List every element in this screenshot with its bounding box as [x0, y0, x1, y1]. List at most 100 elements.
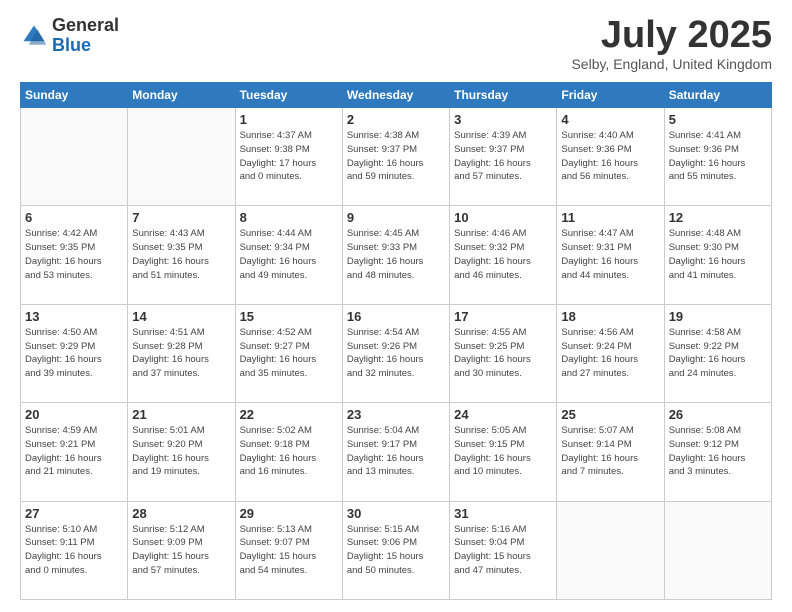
calendar-table: SundayMondayTuesdayWednesdayThursdayFrid…	[20, 82, 772, 600]
day-cell: 23Sunrise: 5:04 AM Sunset: 9:17 PM Dayli…	[342, 403, 449, 501]
day-cell: 11 Sunrise: 4:47 AM Sunset: 9:31 PM Dayli…	[557, 206, 664, 304]
day-number: 24	[454, 407, 552, 422]
day-number: 8	[240, 210, 338, 225]
day-info: Sunrise: 4:54 AM Sunset: 9:26 PM Dayligh…	[347, 326, 445, 381]
day-info: Sunrise: 5:16 AM Sunset: 9:04 PM Dayligh…	[454, 523, 552, 578]
weekday-header-monday: Monday	[128, 83, 235, 108]
day-info: Sunrise: 5:04 AM Sunset: 9:17 PM Dayligh…	[347, 424, 445, 479]
day-info: Sunrise: 4:58 AM Sunset: 9:22 PM Dayligh…	[669, 326, 767, 381]
day-number: 30	[347, 506, 445, 521]
location: Selby, England, United Kingdom	[571, 56, 772, 72]
day-cell: 16 Sunrise: 4:54 AM Sunset: 9:26 PM Dayli…	[342, 304, 449, 402]
day-info: Sunrise: 4:45 AM Sunset: 9:33 PM Dayligh…	[347, 227, 445, 282]
day-cell: 1 Sunrise: 4:37 AM Sunset: 9:38 PM Daylig…	[235, 108, 342, 206]
day-number: 5	[669, 112, 767, 127]
day-info: Sunrise: 5:13 AM Sunset: 9:07 PM Dayligh…	[240, 523, 338, 578]
day-number: 31	[454, 506, 552, 521]
day-number: 15	[240, 309, 338, 324]
day-info: Sunrise: 4:41 AM Sunset: 9:36 PM Dayligh…	[669, 129, 767, 184]
day-number: 26	[669, 407, 767, 422]
day-number: 10	[454, 210, 552, 225]
day-number: 11	[561, 210, 659, 225]
day-cell	[128, 108, 235, 206]
weekday-header-thursday: Thursday	[450, 83, 557, 108]
week-row-5: 27 Sunrise: 5:10 AM Sunset: 9:11 PM Dayli…	[21, 501, 772, 599]
day-cell: 9Sunrise: 4:45 AM Sunset: 9:33 PM Daylig…	[342, 206, 449, 304]
day-cell: 5 Sunrise: 4:41 AM Sunset: 9:36 PM Daylig…	[664, 108, 771, 206]
page: General Blue July 2025 Selby, England, U…	[0, 0, 792, 612]
day-number: 6	[25, 210, 123, 225]
week-row-2: 6Sunrise: 4:42 AM Sunset: 9:35 PM Daylig…	[21, 206, 772, 304]
day-cell	[21, 108, 128, 206]
weekday-header-friday: Friday	[557, 83, 664, 108]
day-number: 12	[669, 210, 767, 225]
title-block: July 2025 Selby, England, United Kingdom	[571, 16, 772, 72]
day-number: 25	[561, 407, 659, 422]
day-cell: 31 Sunrise: 5:16 AM Sunset: 9:04 PM Dayli…	[450, 501, 557, 599]
day-info: Sunrise: 4:48 AM Sunset: 9:30 PM Dayligh…	[669, 227, 767, 282]
day-cell: 13 Sunrise: 4:50 AM Sunset: 9:29 PM Dayli…	[21, 304, 128, 402]
logo-general: General	[52, 15, 119, 35]
day-number: 7	[132, 210, 230, 225]
day-number: 19	[669, 309, 767, 324]
weekday-header-row: SundayMondayTuesdayWednesdayThursdayFrid…	[21, 83, 772, 108]
day-info: Sunrise: 4:38 AM Sunset: 9:37 PM Dayligh…	[347, 129, 445, 184]
week-row-3: 13 Sunrise: 4:50 AM Sunset: 9:29 PM Dayli…	[21, 304, 772, 402]
day-info: Sunrise: 5:02 AM Sunset: 9:18 PM Dayligh…	[240, 424, 338, 479]
day-cell: 28Sunrise: 5:12 AM Sunset: 9:09 PM Dayli…	[128, 501, 235, 599]
day-cell: 19 Sunrise: 4:58 AM Sunset: 9:22 PM Dayli…	[664, 304, 771, 402]
day-number: 2	[347, 112, 445, 127]
day-number: 13	[25, 309, 123, 324]
day-info: Sunrise: 4:51 AM Sunset: 9:28 PM Dayligh…	[132, 326, 230, 381]
day-info: Sunrise: 4:44 AM Sunset: 9:34 PM Dayligh…	[240, 227, 338, 282]
weekday-header-sunday: Sunday	[21, 83, 128, 108]
day-info: Sunrise: 4:50 AM Sunset: 9:29 PM Dayligh…	[25, 326, 123, 381]
day-cell: 22Sunrise: 5:02 AM Sunset: 9:18 PM Dayli…	[235, 403, 342, 501]
logo-text: General Blue	[52, 16, 119, 56]
day-cell	[664, 501, 771, 599]
day-number: 1	[240, 112, 338, 127]
day-cell: 26 Sunrise: 5:08 AM Sunset: 9:12 PM Dayli…	[664, 403, 771, 501]
day-number: 28	[132, 506, 230, 521]
day-info: Sunrise: 5:07 AM Sunset: 9:14 PM Dayligh…	[561, 424, 659, 479]
day-info: Sunrise: 5:10 AM Sunset: 9:11 PM Dayligh…	[25, 523, 123, 578]
logo-icon	[20, 22, 48, 50]
day-info: Sunrise: 4:55 AM Sunset: 9:25 PM Dayligh…	[454, 326, 552, 381]
weekday-header-saturday: Saturday	[664, 83, 771, 108]
day-info: Sunrise: 5:15 AM Sunset: 9:06 PM Dayligh…	[347, 523, 445, 578]
day-cell: 4Sunrise: 4:40 AM Sunset: 9:36 PM Daylig…	[557, 108, 664, 206]
day-number: 29	[240, 506, 338, 521]
day-cell: 10 Sunrise: 4:46 AM Sunset: 9:32 PM Dayli…	[450, 206, 557, 304]
day-info: Sunrise: 4:47 AM Sunset: 9:31 PM Dayligh…	[561, 227, 659, 282]
day-cell: 12 Sunrise: 4:48 AM Sunset: 9:30 PM Dayli…	[664, 206, 771, 304]
day-info: Sunrise: 5:08 AM Sunset: 9:12 PM Dayligh…	[669, 424, 767, 479]
logo: General Blue	[20, 16, 119, 56]
day-cell: 2 Sunrise: 4:38 AM Sunset: 9:37 PM Daylig…	[342, 108, 449, 206]
day-number: 17	[454, 309, 552, 324]
weekday-header-wednesday: Wednesday	[342, 83, 449, 108]
day-number: 27	[25, 506, 123, 521]
day-cell: 3Sunrise: 4:39 AM Sunset: 9:37 PM Daylig…	[450, 108, 557, 206]
day-cell: 6Sunrise: 4:42 AM Sunset: 9:35 PM Daylig…	[21, 206, 128, 304]
header: General Blue July 2025 Selby, England, U…	[20, 16, 772, 72]
day-cell: 25 Sunrise: 5:07 AM Sunset: 9:14 PM Dayli…	[557, 403, 664, 501]
day-cell: 30 Sunrise: 5:15 AM Sunset: 9:06 PM Dayli…	[342, 501, 449, 599]
day-cell: 20Sunrise: 4:59 AM Sunset: 9:21 PM Dayli…	[21, 403, 128, 501]
day-info: Sunrise: 5:05 AM Sunset: 9:15 PM Dayligh…	[454, 424, 552, 479]
day-number: 16	[347, 309, 445, 324]
day-cell: 29 Sunrise: 5:13 AM Sunset: 9:07 PM Dayli…	[235, 501, 342, 599]
day-cell: 18 Sunrise: 4:56 AM Sunset: 9:24 PM Dayli…	[557, 304, 664, 402]
day-info: Sunrise: 4:46 AM Sunset: 9:32 PM Dayligh…	[454, 227, 552, 282]
day-cell: 21Sunrise: 5:01 AM Sunset: 9:20 PM Dayli…	[128, 403, 235, 501]
month-title: July 2025	[571, 16, 772, 54]
day-cell: 27 Sunrise: 5:10 AM Sunset: 9:11 PM Dayli…	[21, 501, 128, 599]
day-info: Sunrise: 4:37 AM Sunset: 9:38 PM Dayligh…	[240, 129, 338, 184]
week-row-1: 1 Sunrise: 4:37 AM Sunset: 9:38 PM Daylig…	[21, 108, 772, 206]
day-info: Sunrise: 4:52 AM Sunset: 9:27 PM Dayligh…	[240, 326, 338, 381]
day-number: 18	[561, 309, 659, 324]
day-info: Sunrise: 4:40 AM Sunset: 9:36 PM Dayligh…	[561, 129, 659, 184]
day-info: Sunrise: 4:43 AM Sunset: 9:35 PM Dayligh…	[132, 227, 230, 282]
day-info: Sunrise: 4:56 AM Sunset: 9:24 PM Dayligh…	[561, 326, 659, 381]
day-number: 3	[454, 112, 552, 127]
day-number: 21	[132, 407, 230, 422]
